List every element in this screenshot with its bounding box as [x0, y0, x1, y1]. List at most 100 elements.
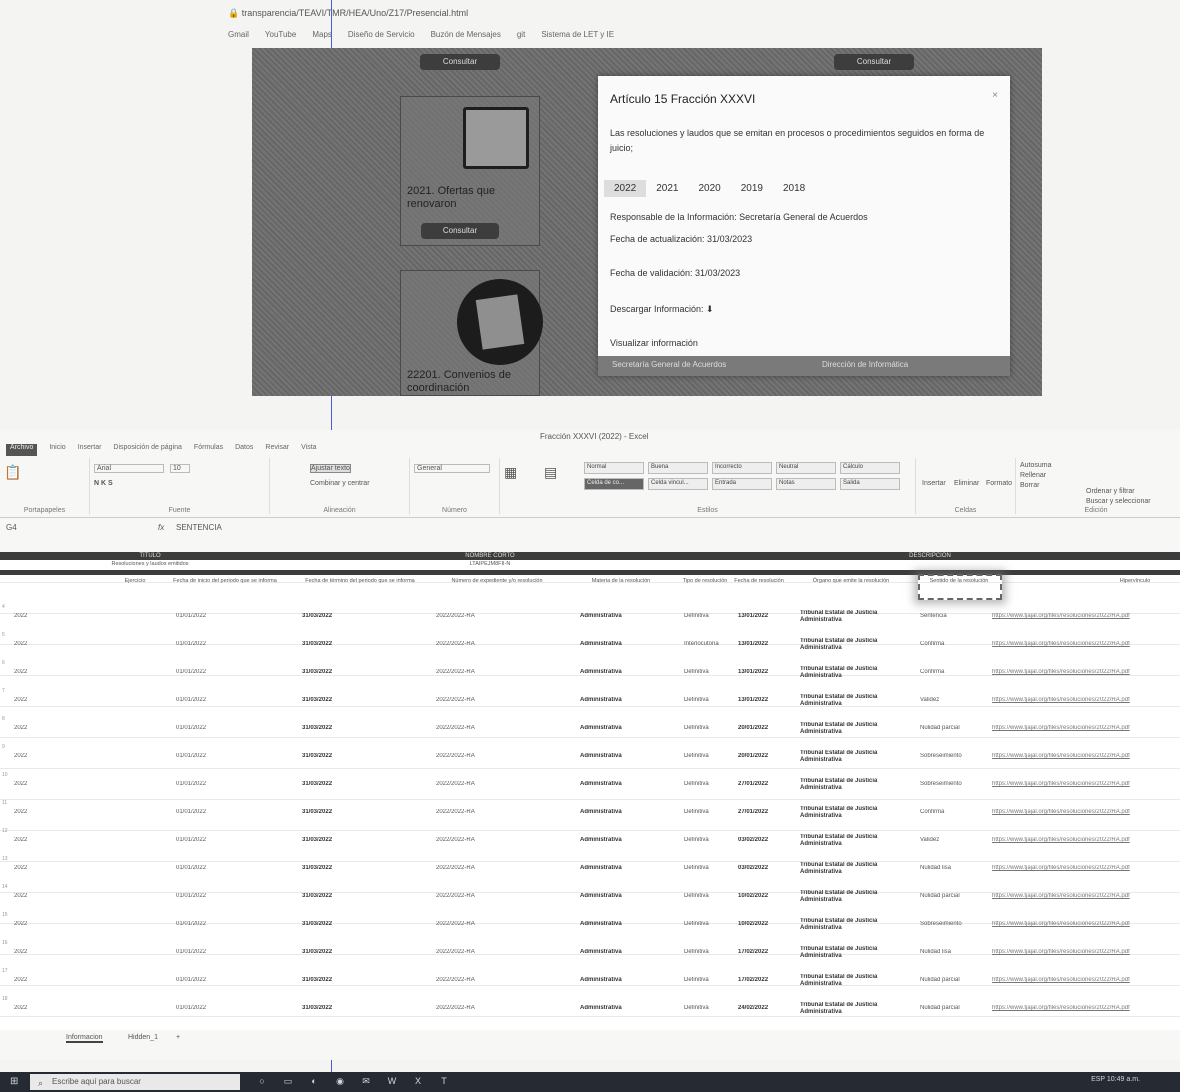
table-row[interactable]: 13 2022 01/01/2022 31/03/2022 2022/2022-RA Ad… [0, 854, 1180, 885]
table-row[interactable]: 9 2022 01/01/2022 31/03/2022 2022/2022-RA Adm… [0, 742, 1180, 773]
table-cell[interactable]: https://www.tjajal.org/files/resolucione… [992, 669, 1174, 675]
table-cell[interactable]: https://www.tjajal.org/files/resolucione… [992, 949, 1174, 955]
tab-insertar[interactable]: Insertar [78, 444, 102, 456]
tab-disposicion[interactable]: Disposición de página [113, 444, 182, 456]
tab-datos[interactable]: Datos [235, 444, 253, 456]
add-sheet-button[interactable]: + [176, 1034, 180, 1041]
number-format-select[interactable]: General [414, 464, 490, 473]
paste-icon[interactable]: 📋 [4, 464, 21, 481]
style-celda-vincul[interactable]: Celda vincul... [648, 478, 708, 490]
clear-button[interactable]: Borrar [1020, 482, 1039, 489]
tab-archivo[interactable]: Archivo [6, 444, 38, 456]
style-incorrecto[interactable]: Incorrecto [712, 462, 772, 474]
wrap-text-button[interactable]: Ajustar texto [310, 464, 351, 473]
name-box[interactable]: G4 [6, 523, 17, 532]
table-row[interactable]: 10 2022 01/01/2022 31/03/2022 2022/2022-RA Ad… [0, 770, 1180, 801]
font-select[interactable]: Arial [94, 464, 164, 473]
edge-icon[interactable]: ◐ [308, 1075, 320, 1087]
table-cell[interactable]: https://www.tjajal.org/files/resolucione… [992, 1005, 1174, 1011]
tab-year[interactable]: 2020 [689, 180, 731, 197]
view-link[interactable]: Visualizar información [610, 338, 698, 348]
bookmark[interactable]: Sistema de LET y IE [541, 30, 614, 46]
bold-button[interactable]: N K S [94, 480, 113, 487]
table-cell[interactable]: https://www.tjajal.org/files/resolucione… [992, 921, 1174, 927]
delete-cells-button[interactable]: Eliminar [954, 480, 979, 487]
sheet-tab-informacion[interactable]: Informacion [66, 1034, 103, 1043]
consultar-button[interactable]: Consultar [420, 54, 500, 70]
table-cell[interactable]: https://www.tjajal.org/files/resolucione… [992, 977, 1174, 983]
task-view-icon[interactable]: ○ [256, 1075, 268, 1087]
tab-year[interactable]: 2022 [604, 180, 647, 197]
style-salida[interactable]: Salida [840, 478, 900, 490]
style-celda-co[interactable]: Celda de co... [584, 478, 644, 490]
selected-cell[interactable] [918, 574, 1002, 600]
table-row[interactable]: 6 2022 01/01/2022 31/03/2022 2022/2022-RA Adm… [0, 658, 1180, 689]
consultar-button[interactable]: Consultar [421, 223, 499, 239]
sort-filter-button[interactable]: Ordenar y filtrar [1086, 488, 1135, 495]
table-cell[interactable]: https://www.tjajal.org/files/resolucione… [992, 809, 1174, 815]
table-cell[interactable]: https://www.tjajal.org/files/resolucione… [992, 725, 1174, 731]
chrome-icon[interactable]: ◉ [334, 1075, 346, 1087]
spreadsheet-grid[interactable]: TITULO NOMBRE CORTO DESCRIPCIÓN Resoluci… [0, 552, 1180, 1030]
table-cell[interactable]: https://www.tjajal.org/files/resolucione… [992, 865, 1174, 871]
tab-year[interactable]: 2021 [646, 180, 688, 197]
table-row[interactable]: 17 2022 01/01/2022 31/03/2022 2022/2022-RA Ad… [0, 966, 1180, 997]
merge-center-button[interactable]: Combinar y centrar [310, 480, 370, 487]
teams-icon[interactable]: T [438, 1075, 450, 1087]
autosum-button[interactable]: Autosuma [1020, 462, 1052, 469]
font-size-select[interactable]: 10 [170, 464, 190, 473]
footer-left[interactable]: Secretaría General de Acuerdos [612, 360, 726, 369]
word-icon[interactable]: W [386, 1075, 398, 1087]
consultar-button[interactable]: Consultar [834, 54, 914, 70]
footer-right[interactable]: Dirección de Informática [822, 360, 908, 369]
style-neutral[interactable]: Neutral [776, 462, 836, 474]
conditional-format-icon[interactable]: ▦ [504, 464, 517, 481]
style-normal[interactable]: Normal [584, 462, 644, 474]
taskbar-search[interactable]: ⌕ Escribe aquí para buscar [30, 1074, 240, 1090]
style-entrada[interactable]: Entrada [712, 478, 772, 490]
insert-cells-button[interactable]: Insertar [922, 480, 946, 487]
bookmark[interactable]: Gmail [228, 30, 249, 46]
windows-start-icon[interactable]: ⊞ [10, 1076, 22, 1088]
table-row[interactable]: 11 2022 01/01/2022 31/03/2022 2022/2022-RA Ad… [0, 798, 1180, 829]
bookmark[interactable]: Buzón de Mensajes [431, 30, 501, 46]
formula-input[interactable]: SENTENCIA [176, 523, 222, 532]
close-icon[interactable]: × [992, 90, 998, 101]
tab-vista[interactable]: Vista [301, 444, 316, 456]
style-buena[interactable]: Buena [648, 462, 708, 474]
fill-button[interactable]: Rellenar [1020, 472, 1046, 479]
table-row[interactable]: 18 2022 01/01/2022 31/03/2022 2022/2022-RA Ad… [0, 994, 1180, 1025]
table-cell[interactable]: https://www.tjajal.org/files/resolucione… [992, 781, 1174, 787]
table-cell[interactable]: https://www.tjajal.org/files/resolucione… [992, 837, 1174, 843]
excel-icon[interactable]: X [412, 1075, 424, 1087]
tile-convenios[interactable]: 22201. Convenios de coordinación [400, 270, 543, 396]
table-cell[interactable]: https://www.tjajal.org/files/resolucione… [992, 753, 1174, 759]
tab-year[interactable]: 2018 [773, 180, 815, 197]
format-table-icon[interactable]: ▤ [544, 464, 557, 481]
table-cell[interactable]: https://www.tjajal.org/files/resolucione… [992, 613, 1174, 619]
table-row[interactable]: 8 2022 01/01/2022 31/03/2022 2022/2022-RA Adm… [0, 714, 1180, 745]
tab-formulas[interactable]: Fórmulas [194, 444, 223, 456]
bookmark[interactable]: Maps [312, 30, 332, 46]
style-notas[interactable]: Notas [776, 478, 836, 490]
table-row[interactable]: 14 2022 01/01/2022 31/03/2022 2022/2022-RA Ad… [0, 882, 1180, 913]
mail-icon[interactable]: ✉ [360, 1075, 372, 1087]
find-select-button[interactable]: Buscar y seleccionar [1086, 498, 1151, 505]
system-tray[interactable]: ESP 10:49 a.m. [1091, 1076, 1140, 1083]
bookmark[interactable]: Diseño de Servicio [348, 30, 415, 46]
address-bar[interactable]: 🔒 transparencia/TEAVI/TMR/HEA/Uno/Z17/Pr… [228, 8, 468, 19]
tile-ofertas[interactable]: 2021. Ofertas que renovaron Consultar [400, 96, 540, 246]
table-row[interactable]: 15 2022 01/01/2022 31/03/2022 2022/2022-RA Ad… [0, 910, 1180, 941]
style-calculo[interactable]: Cálculo [840, 462, 900, 474]
format-cells-button[interactable]: Formato [986, 480, 1012, 487]
tab-year[interactable]: 2019 [731, 180, 773, 197]
bookmark[interactable]: YouTube [265, 30, 296, 46]
tab-inicio[interactable]: Inicio [49, 444, 65, 456]
table-row[interactable]: 12 2022 01/01/2022 31/03/2022 2022/2022-RA Ad… [0, 826, 1180, 857]
tab-revisar[interactable]: Revisar [265, 444, 289, 456]
table-row[interactable]: 16 2022 01/01/2022 31/03/2022 2022/2022-RA Ad… [0, 938, 1180, 969]
bookmark[interactable]: git [517, 30, 525, 46]
table-row[interactable]: 5 2022 01/01/2022 31/03/2022 2022/2022-RA Adm… [0, 630, 1180, 661]
table-row[interactable]: 7 2022 01/01/2022 31/03/2022 2022/2022-RA Adm… [0, 686, 1180, 717]
explorer-icon[interactable]: ▭ [282, 1075, 294, 1087]
